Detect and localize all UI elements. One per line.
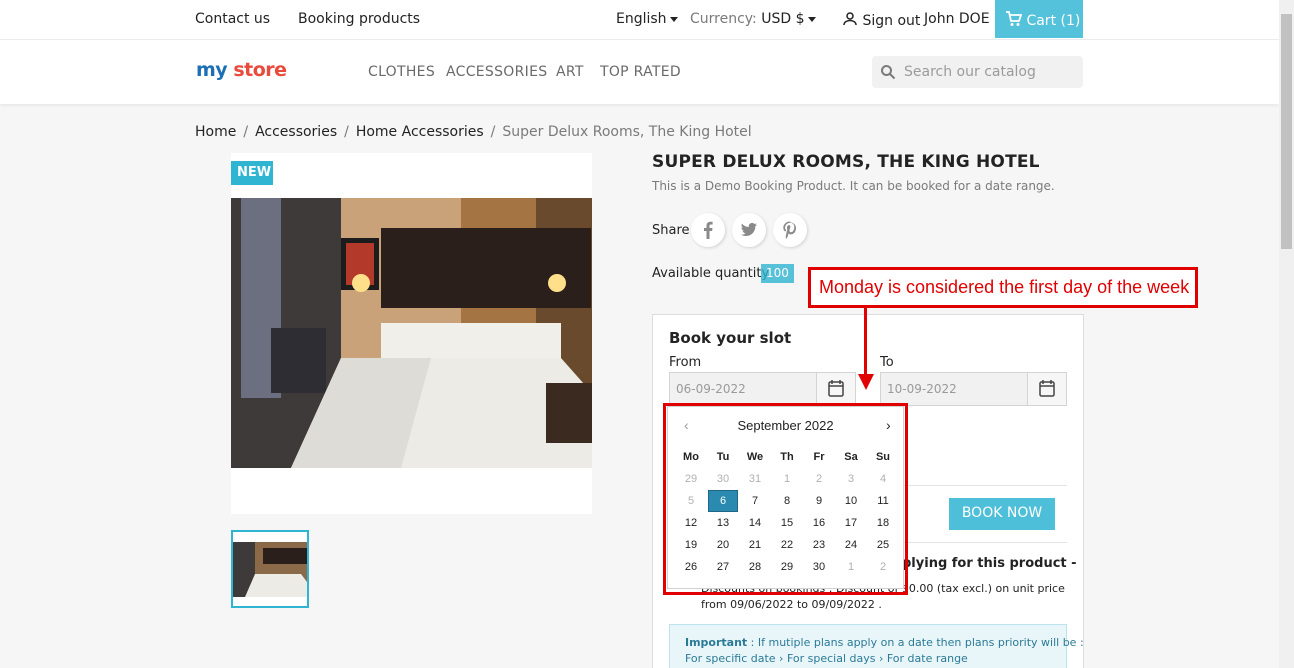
cart-label: Cart (1) [1026, 13, 1081, 29]
pinterest-icon [783, 221, 796, 239]
product-image-frame [231, 153, 592, 514]
important-priority: For specific date › For special days › F… [685, 652, 968, 665]
search-input[interactable]: Search our catalog [872, 56, 1083, 88]
annotation-highlight [663, 403, 908, 595]
share-label: Share [652, 223, 690, 238]
facebook-icon [704, 221, 713, 239]
available-quantity-label: Available quantity [652, 266, 770, 281]
nav-accessories[interactable]: ACCESSORIES [446, 64, 547, 80]
language-label: English [616, 11, 667, 27]
search-icon [881, 65, 896, 80]
hotel-room-image[interactable] [231, 153, 592, 514]
user-icon [843, 12, 857, 26]
annotation-arrow-head [858, 374, 874, 390]
discount-line-2: from 09/06/2022 to 09/09/2022 . [701, 598, 882, 611]
from-calendar-button[interactable] [816, 372, 856, 406]
currency-label: Currency: [690, 11, 757, 27]
pinterest-share-button[interactable] [773, 213, 807, 247]
signout-link[interactable]: Sign out [842, 11, 920, 29]
breadcrumb: Home / Accessories / Home Accessories / Super … [195, 124, 752, 140]
breadcrumb-current: Super Delux Rooms, The King Hotel [502, 124, 752, 140]
nav-top-rated[interactable]: TOP RATED [600, 64, 681, 80]
annotation-arrow-line [864, 308, 867, 376]
search-placeholder: Search our catalog [904, 64, 1036, 80]
booking-title: Book your slot [669, 329, 792, 347]
annotation-callout: Monday is considered the first day of th… [808, 267, 1198, 308]
currency-value: USD $ [761, 11, 805, 27]
cart-button[interactable]: Cart (1) [995, 0, 1083, 38]
breadcrumb-home[interactable]: Home [195, 124, 236, 140]
store-logo[interactable]: my store [196, 59, 287, 81]
from-date-input[interactable]: 06-09-2022 [669, 372, 817, 406]
to-calendar-button[interactable] [1027, 372, 1067, 406]
cart-icon [1006, 11, 1023, 26]
calendar-icon [1039, 380, 1055, 397]
contact-link[interactable]: Contact us [195, 11, 270, 27]
calendar-icon [828, 380, 844, 397]
currency-selector[interactable]: Currency: USD $ [690, 11, 816, 27]
breadcrumb-separator: / [243, 124, 249, 140]
logo-store: store [233, 59, 287, 81]
from-label: From [669, 355, 702, 370]
product-thumbnail[interactable] [231, 530, 309, 608]
nav-clothes[interactable]: CLOTHES [368, 64, 435, 80]
to-date-input[interactable]: 10-09-2022 [880, 372, 1028, 406]
important-label: Important [685, 636, 748, 649]
twitter-share-button[interactable] [732, 213, 766, 247]
important-notice: Important : If mutiple plans apply on a … [669, 624, 1084, 668]
chevron-down-icon [669, 16, 678, 22]
account-link[interactable]: John DOE [924, 11, 990, 27]
new-flag: NEW [231, 161, 273, 185]
book-now-button[interactable]: BOOK NOW [949, 498, 1055, 530]
breadcrumb-accessories[interactable]: Accessories [255, 124, 337, 140]
to-label: To [880, 355, 894, 370]
product-title: SUPER DELUX ROOMS, THE KING HOTEL [652, 152, 1040, 172]
thumbnail-image [233, 542, 307, 597]
language-selector[interactable]: English [616, 11, 678, 27]
breadcrumb-home-accessories[interactable]: Home Accessories [356, 124, 484, 140]
scrollbar-thumb[interactable] [1281, 14, 1292, 249]
facebook-share-button[interactable] [691, 213, 725, 247]
breadcrumb-separator: / [490, 124, 496, 140]
discount-title: plying for this product - [902, 556, 1077, 571]
available-quantity-badge: 100 [761, 264, 794, 283]
breadcrumb-separator: / [344, 124, 349, 140]
chevron-down-icon [807, 16, 816, 22]
twitter-icon [741, 222, 757, 236]
product-description: This is a Demo Booking Product. It can b… [652, 179, 1055, 193]
signout-label: Sign out [862, 13, 921, 29]
booking-products-link[interactable]: Booking products [298, 11, 420, 27]
important-text: : If mutiple plans apply on a date then … [747, 636, 1084, 649]
nav-art[interactable]: ART [556, 64, 584, 80]
logo-my: my [196, 59, 228, 81]
